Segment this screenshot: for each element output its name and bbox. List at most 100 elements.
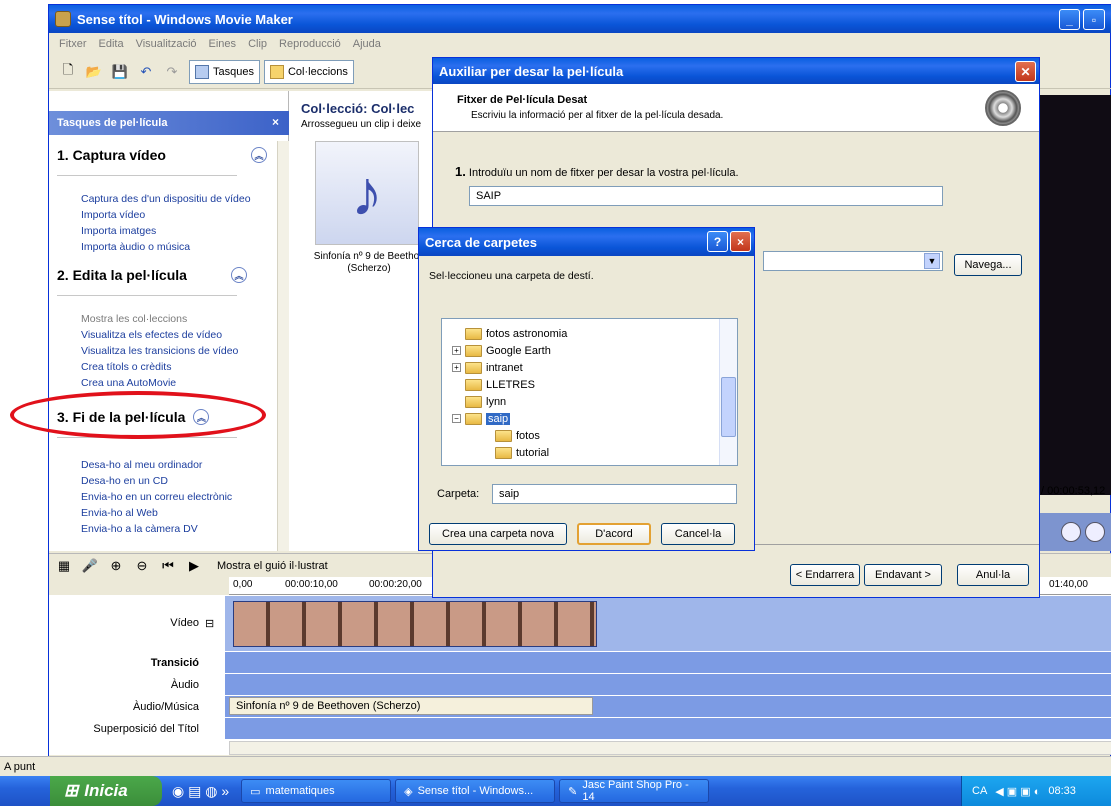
- cancel-button[interactable]: Anul·la: [957, 564, 1029, 586]
- tree-item[interactable]: + Google Earth: [452, 342, 551, 359]
- back-button[interactable]: < Endarrera: [790, 564, 860, 586]
- rewind-icon[interactable]: ⏮: [159, 557, 177, 575]
- tree-item[interactable]: − saip: [452, 410, 511, 427]
- tree-scrollbar[interactable]: [719, 319, 737, 465]
- tree-item[interactable]: LLETRES: [452, 376, 535, 393]
- clock[interactable]: 08:33: [1048, 785, 1076, 797]
- new-folder-button[interactable]: Crea una carpeta nova: [429, 523, 567, 545]
- open-project-icon[interactable]: 📂: [85, 63, 103, 81]
- task-link[interactable]: Envia-ho a la càmera DV: [81, 521, 198, 537]
- tree-item[interactable]: fotos astronomia: [452, 325, 567, 342]
- expander-icon[interactable]: −: [452, 414, 461, 423]
- task-link[interactable]: Captura des d'un dispositiu de vídeo: [81, 191, 251, 207]
- close-icon[interactable]: ×: [730, 231, 751, 252]
- tasks-scrollbar[interactable]: [277, 141, 289, 551]
- expand-icon[interactable]: ⊟: [205, 617, 214, 630]
- tree-item[interactable]: tutorial: [482, 444, 549, 461]
- maximize-button[interactable]: ▫: [1083, 9, 1105, 30]
- redo-icon[interactable]: ↷: [163, 63, 181, 81]
- menu-edita[interactable]: Edita: [99, 38, 124, 50]
- track-label-title-overlay: Superposició del Títol: [93, 723, 199, 735]
- browse-button[interactable]: Navega...: [954, 254, 1022, 276]
- filename-input[interactable]: SAIP: [469, 186, 943, 206]
- snapshot-icon[interactable]: [1085, 522, 1105, 542]
- zoom-in-icon[interactable]: ⊕: [107, 557, 125, 575]
- new-project-icon[interactable]: 🗋: [59, 62, 77, 81]
- task-link[interactable]: Importa imatges: [81, 223, 156, 239]
- task-movie-maker[interactable]: ◈ Sense títol - Windows...: [395, 779, 556, 803]
- zoom-out-icon[interactable]: ⊖: [133, 557, 151, 575]
- task-link[interactable]: Mostra les col·leccions: [81, 311, 187, 327]
- minimize-button[interactable]: _: [1059, 9, 1080, 30]
- storyboard-icon[interactable]: ▦: [55, 557, 73, 575]
- folder-icon: [495, 446, 512, 459]
- folder-tree[interactable]: fotos astronomia + Google Earth + intranet LL…: [441, 318, 738, 466]
- cancel-button[interactable]: Cancel·la: [661, 523, 735, 545]
- expander-icon[interactable]: +: [452, 346, 461, 355]
- play-icon[interactable]: ▶: [185, 557, 203, 575]
- close-icon[interactable]: ×: [272, 115, 279, 129]
- next-button[interactable]: Endavant >: [864, 564, 942, 586]
- storyboard-toggle[interactable]: Mostra el guió il·lustrat: [217, 560, 328, 572]
- timeline-scrollbar[interactable]: [229, 741, 1111, 755]
- menu-clip[interactable]: Clip: [248, 38, 267, 50]
- chevron-down-icon[interactable]: ▼: [924, 253, 940, 269]
- ruler-tick: 00:00:10,00: [285, 579, 338, 590]
- location-combo[interactable]: ▼: [763, 251, 943, 271]
- video-clip-strip[interactable]: [233, 601, 597, 647]
- tree-item[interactable]: fotos: [482, 427, 540, 444]
- task-link[interactable]: Visualitza els efectes de vídeo: [81, 327, 222, 343]
- wizard-header-title: Fitxer de Pel·lícula Desat: [457, 94, 588, 106]
- transition-lane[interactable]: [225, 651, 1111, 673]
- task-link[interactable]: Desa-ho al meu ordinador: [81, 457, 202, 473]
- tree-item-label: LLETRES: [486, 378, 535, 391]
- menu-reproduccio[interactable]: Reproducció: [279, 38, 341, 50]
- menu-fitxer[interactable]: Fitxer: [59, 38, 87, 50]
- folder-input[interactable]: saip: [492, 484, 737, 504]
- tray-icons[interactable]: ◀ ▣ ▣ ◐: [995, 785, 1040, 798]
- split-clip-icon[interactable]: [1061, 522, 1081, 542]
- narrate-icon[interactable]: 🎤: [81, 557, 99, 575]
- scrollbar-thumb[interactable]: [721, 377, 736, 437]
- menu-visualitzacio[interactable]: Visualització: [136, 38, 197, 50]
- task-link[interactable]: Crea una AutoMovie: [81, 375, 176, 391]
- browse-prompt: Sel·leccioneu una carpeta de destí.: [429, 270, 594, 282]
- collapse-icon[interactable]: ︽: [231, 267, 247, 283]
- collapse-icon[interactable]: ︽: [251, 147, 267, 163]
- ok-button[interactable]: D'acord: [577, 523, 651, 545]
- save-project-icon[interactable]: 💾: [111, 63, 129, 81]
- folder-icon: [465, 361, 482, 374]
- task-paint-shop[interactable]: ✎ Jasc Paint Shop Pro - 14: [559, 779, 710, 803]
- collections-button[interactable]: Col·leccions: [263, 59, 354, 84]
- quick-launch-icons[interactable]: ◉ ▤ ◍ »: [172, 783, 229, 800]
- task-link[interactable]: Importa àudio o música: [81, 239, 190, 255]
- audio-lane[interactable]: [225, 673, 1111, 695]
- close-button[interactable]: ✕: [1015, 61, 1036, 82]
- expander-icon[interactable]: +: [452, 363, 461, 372]
- music-note-icon[interactable]: ♪: [315, 141, 419, 245]
- title-overlay-lane[interactable]: [225, 717, 1111, 739]
- tree-item[interactable]: lynn: [452, 393, 506, 410]
- tree-item[interactable]: + intranet: [452, 359, 523, 376]
- start-button[interactable]: ⊞ Inicia: [50, 776, 162, 806]
- task-matematiques[interactable]: ▭ matematiques: [241, 779, 392, 803]
- menu-eines[interactable]: Eines: [209, 38, 237, 50]
- task-link[interactable]: Envia-ho en un correu electrònic: [81, 489, 232, 505]
- menu-ajuda[interactable]: Ajuda: [353, 38, 381, 50]
- collection-title: Col·lecció: Col·lec: [301, 101, 415, 116]
- tasks-button[interactable]: Tasques: [189, 59, 260, 84]
- task-link[interactable]: Importa vídeo: [81, 207, 145, 223]
- section-edit[interactable]: 2. Edita la pel·lícula ︽: [57, 267, 247, 283]
- language-indicator[interactable]: CA: [972, 785, 987, 797]
- task-link[interactable]: Envia-ho al Web: [81, 505, 158, 521]
- playback-controls: [1039, 513, 1111, 551]
- task-link[interactable]: Visualitza les transicions de vídeo: [81, 343, 238, 359]
- section-capture[interactable]: 1. Captura vídeo ︽: [57, 147, 267, 163]
- folder-icon: [465, 395, 482, 408]
- task-link[interactable]: Crea títols o crèdits: [81, 359, 171, 375]
- task-link[interactable]: Desa-ho en un CD: [81, 473, 168, 489]
- help-icon[interactable]: ?: [707, 231, 728, 252]
- folder-icon: [465, 412, 482, 425]
- music-clip[interactable]: Sinfonía nº 9 de Beethoven (Scherzo): [229, 697, 593, 715]
- undo-icon[interactable]: ↶: [137, 63, 155, 81]
